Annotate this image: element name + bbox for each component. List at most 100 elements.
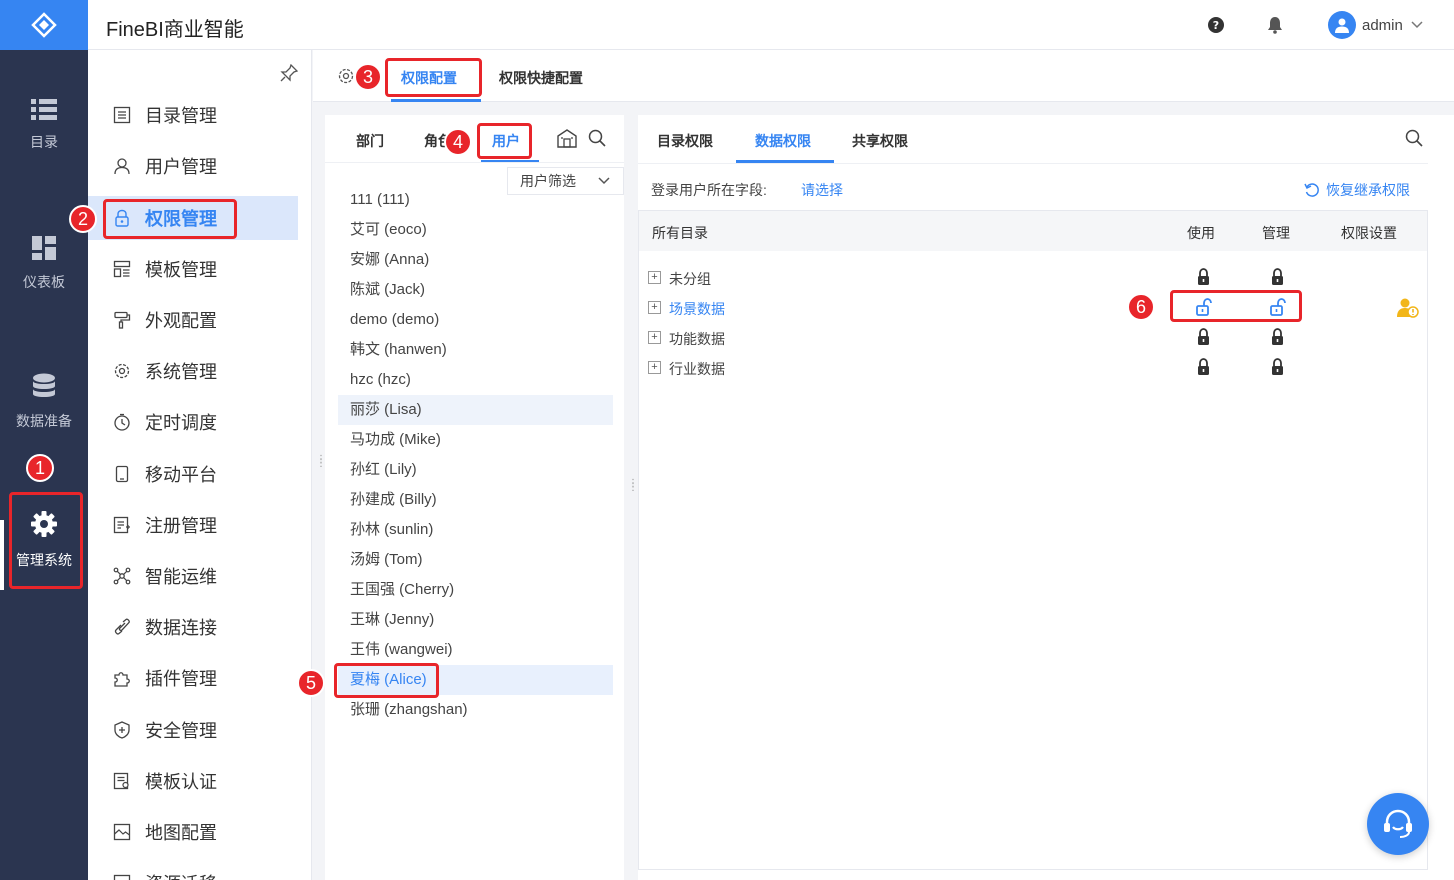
user-row[interactable]: 孙林 (sunlin) (338, 515, 613, 545)
folder-label[interactable]: 场景数据 (669, 299, 725, 319)
admin-submenu: 目录管理 用户管理 权限管理 模板管理 外观配置 系统管理 定时调度 移动平台 … (88, 50, 312, 880)
lock-icon[interactable] (1271, 268, 1284, 286)
tab-departments[interactable]: 部门 (356, 131, 384, 151)
building-icon[interactable] (556, 128, 578, 151)
submenu-security[interactable]: 安全管理 (88, 708, 298, 752)
login-field-select[interactable]: 请选择 (801, 180, 843, 200)
expand-icon[interactable]: + (648, 301, 661, 314)
bell-icon[interactable] (1266, 16, 1284, 34)
chevron-down-icon (1411, 21, 1423, 29)
lock-icon[interactable] (1271, 328, 1284, 346)
step-badge: 6 (1127, 293, 1155, 321)
user-row[interactable]: 安娜 (Anna) (338, 245, 613, 275)
user-row[interactable]: 111 (111) (338, 185, 613, 215)
tab-permission-quick-config[interactable]: 权限快捷配置 (499, 68, 583, 88)
top-bar: FineBI商业智能 ? admin (0, 0, 1454, 50)
nav-item-data-prep[interactable]: 数据准备 (0, 373, 88, 431)
user-row[interactable]: 马功成 (Mike) (338, 425, 613, 455)
template-icon (112, 259, 132, 279)
user-menu[interactable]: admin (1328, 11, 1423, 39)
catalog-icon (112, 105, 132, 125)
nav-label: 数据准备 (16, 413, 72, 429)
lock-icon[interactable] (1197, 268, 1210, 286)
restore-label: 恢复继承权限 (1326, 182, 1410, 198)
nav-item-catalog[interactable]: 目录 (0, 98, 88, 152)
app-logo[interactable] (0, 0, 88, 50)
user-row[interactable]: 陈斌 (Jack) (338, 275, 613, 305)
search-icon[interactable] (588, 129, 606, 150)
submenu-map-config[interactable]: 地图配置 (88, 810, 298, 854)
lock-icon[interactable] (1197, 328, 1210, 346)
expand-icon[interactable]: + (648, 331, 661, 344)
customer-service-button[interactable] (1367, 793, 1429, 855)
submenu-catalog-mgmt[interactable]: 目录管理 (88, 93, 298, 137)
undo-icon (1304, 183, 1319, 197)
list-icon (0, 98, 88, 120)
lock-icon[interactable] (1197, 358, 1210, 376)
submenu-system-mgmt[interactable]: 系统管理 (88, 349, 298, 393)
submenu-data-connection[interactable]: 数据连接 (88, 605, 298, 649)
step-badge: 1 (26, 454, 54, 482)
submenu-plugins[interactable]: 插件管理 (88, 656, 298, 700)
submenu-ops[interactable]: 智能运维 (88, 554, 298, 598)
submenu-resource-migration[interactable]: 资源迁移 (88, 861, 298, 880)
user-row[interactable]: 王琳 (Jenny) (338, 605, 613, 635)
user-row[interactable]: hzc (hzc) (338, 365, 613, 395)
folder-label[interactable]: 行业数据 (669, 359, 725, 379)
submenu-registration[interactable]: 注册管理 (88, 503, 298, 547)
user-name: admin (1362, 16, 1403, 34)
link-icon (112, 617, 132, 637)
user-row[interactable]: 孙红 (Lily) (338, 455, 613, 485)
submenu-schedule[interactable]: 定时调度 (88, 400, 298, 444)
user-row[interactable]: 王伟 (wangwei) (338, 635, 613, 665)
tab-underline (391, 99, 481, 102)
resize-handle[interactable]: ⋮ ⋮ (316, 455, 327, 469)
help-icon[interactable]: ? (1207, 16, 1225, 34)
nav-item-dashboard[interactable]: 仪表板 (0, 236, 88, 292)
user-row[interactable]: 孙建成 (Billy) (338, 485, 613, 515)
member-panel: 部门 角色 用户 用户筛选 111 (111) 艾可 (eoco) 安娜 (An… (325, 115, 624, 880)
table-row: + 行业数据 (639, 352, 1427, 382)
expand-icon[interactable]: + (648, 271, 661, 284)
user-row[interactable]: 王国强 (Cherry) (338, 575, 613, 605)
highlight-box (9, 492, 83, 589)
headset-icon (1384, 809, 1412, 838)
user-list: 111 (111) 艾可 (eoco) 安娜 (Anna) 陈斌 (Jack) … (338, 185, 613, 725)
expand-icon[interactable]: + (648, 361, 661, 374)
tab-share-permission[interactable]: 共享权限 (852, 131, 908, 151)
submenu-template-cert[interactable]: 模板认证 (88, 759, 298, 803)
submenu-label: 注册管理 (145, 516, 217, 536)
submenu-user-mgmt[interactable]: 用户管理 (88, 144, 298, 188)
tab-data-permission[interactable]: 数据权限 (755, 131, 811, 151)
submenu-template-mgmt[interactable]: 模板管理 (88, 247, 298, 291)
folder-label[interactable]: 功能数据 (669, 329, 725, 349)
user-row[interactable]: 艾可 (eoco) (338, 215, 613, 245)
step-badge: 5 (297, 669, 325, 697)
settings-icon (112, 361, 132, 381)
settings-icon[interactable] (337, 67, 355, 88)
nav-label: 目录 (30, 134, 58, 150)
submenu-label: 系统管理 (145, 362, 217, 382)
user-row[interactable]: 韩文 (hanwen) (338, 335, 613, 365)
user-row[interactable]: 丽莎 (Lisa) (338, 395, 613, 425)
user-permission-settings-icon[interactable] (1397, 298, 1419, 318)
submenu-mobile[interactable]: 移动平台 (88, 452, 298, 496)
submenu-label: 智能运维 (145, 567, 217, 587)
restore-inherit-button[interactable]: 恢复继承权限 (1304, 180, 1410, 200)
folder-label[interactable]: 未分组 (669, 269, 711, 289)
user-row[interactable]: 张珊 (zhangshan) (338, 695, 613, 725)
paint-roller-icon (112, 310, 132, 330)
highlight-box (477, 123, 532, 159)
submenu-label: 资源迁移 (145, 870, 217, 880)
submenu-appearance[interactable]: 外观配置 (88, 298, 298, 342)
submenu-label: 安全管理 (145, 721, 217, 741)
database-icon (0, 373, 88, 399)
tab-catalog-permission[interactable]: 目录权限 (657, 131, 713, 151)
lock-icon[interactable] (1271, 358, 1284, 376)
search-icon[interactable] (1405, 129, 1423, 150)
user-row[interactable]: 汤姆 (Tom) (338, 545, 613, 575)
submenu-label: 外观配置 (145, 311, 217, 331)
user-row[interactable]: demo (demo) (338, 305, 613, 335)
pin-icon[interactable] (280, 63, 299, 85)
submenu-label: 地图配置 (145, 823, 217, 843)
